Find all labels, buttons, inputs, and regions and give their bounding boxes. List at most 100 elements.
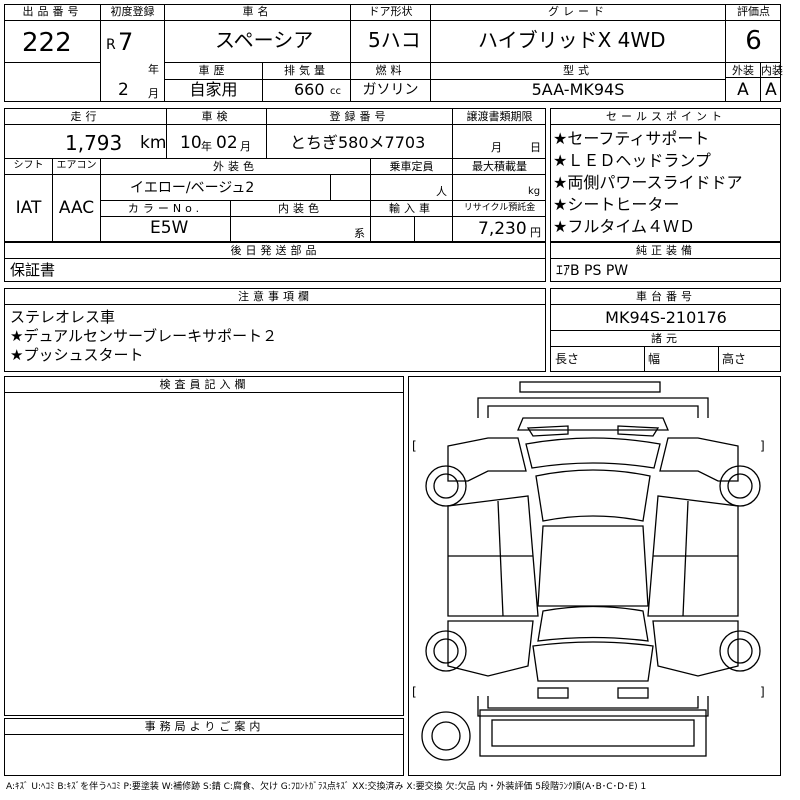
mileage: 1,793: [65, 131, 123, 155]
chassis-number: MK94S-210176: [605, 308, 727, 327]
grade-label: グレード: [548, 5, 608, 18]
rear-window: [537, 605, 649, 642]
note-line-1: ステレオレス車: [10, 308, 116, 326]
notes-title: 注意事項欄: [238, 290, 313, 303]
first-registration-label: 初度登録: [110, 5, 155, 18]
vehicle-details-section: [4, 108, 546, 242]
note-line-3: ★プッシュスタート: [10, 346, 144, 364]
inspection-label: 車検: [201, 110, 232, 123]
exterior-grade: A: [737, 80, 749, 100]
exterior-color-label: 外装色: [213, 160, 258, 173]
genuine-equipment: ｴｱB PS PW: [556, 263, 629, 279]
back-door: [532, 641, 654, 682]
aircon: AAC: [58, 198, 95, 218]
interior-grade-label: 内装: [761, 64, 783, 77]
inspector-section: [4, 376, 404, 716]
mileage-label: 走行: [70, 110, 101, 123]
plate-number: とちぎ580メ7703: [290, 133, 426, 152]
recycle-fee: 7,230: [478, 219, 527, 239]
interior-color-unit: 系: [354, 227, 365, 240]
transfer-deadline-label: 譲渡書類期限: [466, 110, 533, 123]
fender-rear-right: [652, 620, 739, 677]
mileage-unit: km: [140, 133, 167, 153]
front-bumper: [477, 397, 709, 418]
wheel-front-right: [719, 465, 761, 507]
bracket-close-front: ]: [760, 439, 765, 453]
windshield: [535, 469, 651, 522]
score: 6: [745, 26, 762, 56]
later-parts-title: 後日発送部品: [230, 244, 321, 257]
model-code: 5AA-MK94S: [531, 80, 625, 99]
color-no: E5W: [150, 218, 189, 238]
score-label: 評価点: [737, 5, 770, 18]
exterior-grade-label: 外装: [732, 64, 754, 77]
inspector-title: 検査員記入欄: [159, 378, 250, 391]
sales-point-5: ★フルタイム４ＷＤ: [553, 217, 696, 236]
underbody: [479, 709, 707, 757]
front-plate: [519, 381, 661, 393]
height-label: 高さ: [722, 352, 747, 366]
door-type-label: ドア形状: [368, 5, 413, 18]
specs-title: 諸元: [651, 332, 681, 345]
headlight-right: [617, 425, 660, 437]
hood: [517, 417, 669, 431]
roof: [537, 525, 649, 607]
sales-point-2: ★ＬＥＤヘッドランプ: [553, 151, 711, 170]
fender-rear-left: [447, 620, 534, 677]
inspection-year-unit: 年: [201, 140, 212, 153]
registration-year: 7: [118, 28, 134, 56]
import-label: 輸入車: [389, 202, 434, 215]
history: 自家用: [189, 80, 238, 99]
wheel-rear-right: [719, 630, 761, 672]
later-parts: 保証書: [10, 261, 56, 279]
headlight-left: [526, 425, 569, 437]
inspection-year: 10: [180, 133, 202, 153]
fender-front-left: [447, 437, 527, 482]
sales-point-1: ★セーフティサポート: [553, 129, 710, 148]
width-label: 幅: [648, 352, 661, 366]
inspection-month-unit: 月: [240, 140, 251, 153]
max-load-label: 最大積載量: [472, 160, 527, 173]
color-no-label: カラーNo.: [127, 202, 204, 215]
lot-number: 222: [22, 28, 72, 58]
model-label: 型式: [563, 64, 593, 77]
legend-text: A:ｷｽﾞ U:ﾍｺﾐ B:ｷｽﾞを伴うﾍｺﾐ P:要塗装 W:補修跡 S:錆 …: [6, 782, 647, 792]
recycle-unit: 円: [530, 226, 541, 239]
wheel-rear-left: [425, 630, 467, 672]
displacement-unit: cc: [330, 86, 341, 97]
sales-points-title: セールスポイント: [606, 110, 726, 123]
capacity-label: 乗車定員: [389, 160, 434, 173]
bracket-close-rear: ]: [760, 685, 765, 699]
shift-label: シフト: [13, 160, 44, 171]
sales-point-3: ★両側パワースライドドア: [553, 173, 743, 192]
recycle-label: リサイクル預託金: [463, 203, 536, 213]
tail-light-right: [617, 687, 649, 699]
year-unit: 年: [148, 63, 159, 76]
transfer-day-unit: 日: [530, 141, 541, 154]
rear-bumper: [477, 696, 709, 717]
interior-grade: A: [765, 80, 777, 100]
length-label: 長さ: [555, 352, 580, 366]
lot-number-label: 出品番号: [22, 5, 83, 18]
exterior-color: イエロー/ベージュ2: [130, 180, 255, 196]
aircon-label: エアコン: [56, 160, 97, 171]
fuel: ガソリン: [362, 82, 419, 98]
fuel-label: 燃料: [375, 64, 406, 77]
chassis-number-title: 車台番号: [636, 290, 696, 303]
interior-color-label: 内装色: [278, 202, 323, 215]
displacement-label: 排気量: [284, 64, 329, 77]
door-type: 5ハコ: [368, 28, 421, 52]
month-unit: 月: [148, 87, 159, 100]
car-name-label: 車名: [242, 5, 273, 18]
registration-month: 2: [118, 80, 129, 100]
inspection-month: 02: [216, 133, 238, 153]
grade: ハイブリッドX 4WD: [478, 28, 666, 52]
capacity-unit: 人: [436, 185, 447, 198]
car-name: スペーシア: [215, 28, 314, 52]
office-notice-title: 事務局よりご案内: [144, 720, 265, 733]
note-line-2: ★デュアルセンサーブレーキサポート２: [10, 327, 278, 345]
bracket-open-front: [: [412, 439, 417, 453]
max-load-unit: kg: [528, 186, 541, 197]
fender-front-right: [659, 437, 739, 482]
era: R: [106, 37, 116, 53]
